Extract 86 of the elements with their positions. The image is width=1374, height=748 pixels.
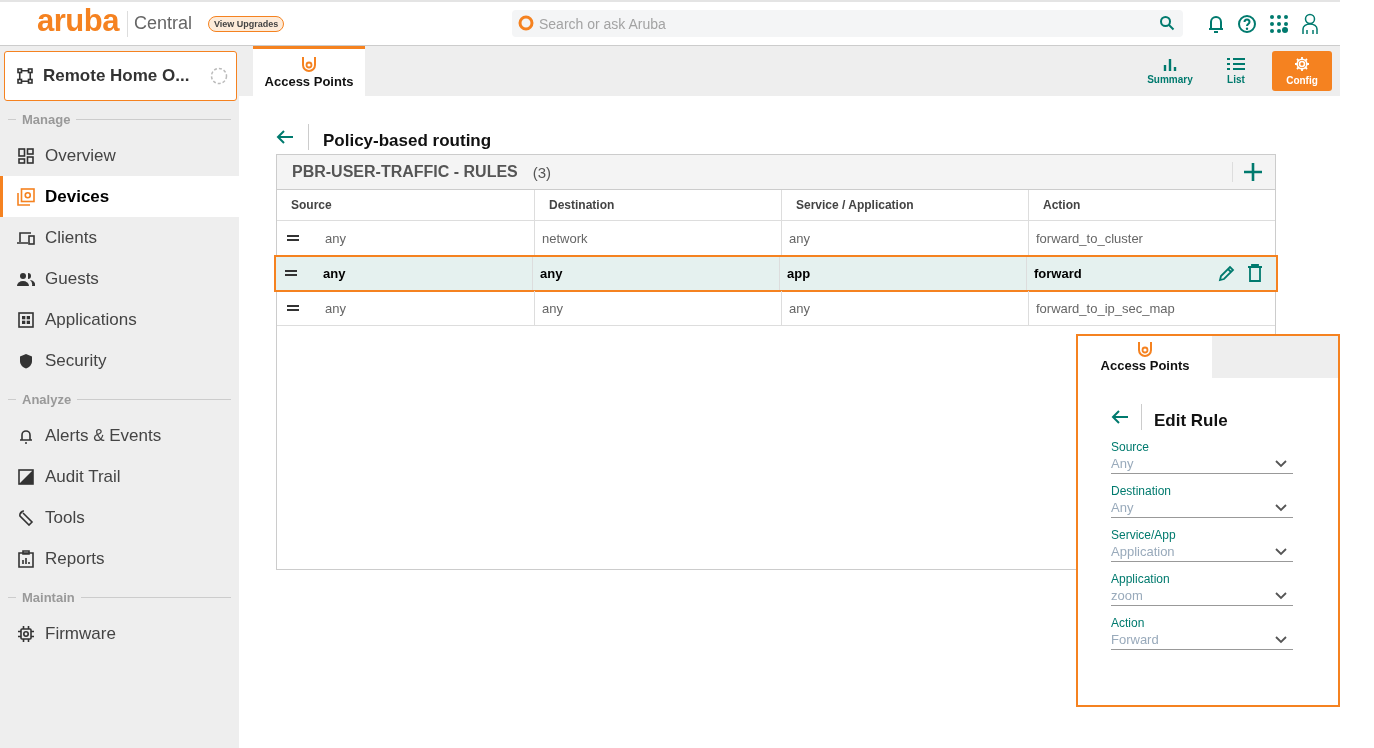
devices-icon [17, 187, 35, 206]
user-profile-icon[interactable] [1301, 12, 1319, 35]
app-tiles-icon [17, 311, 35, 328]
field-label: Service/App [1111, 528, 1177, 542]
field-label: Action [1111, 616, 1146, 630]
loading-spinner-icon [210, 67, 228, 85]
notifications-bell-icon[interactable] [1207, 13, 1225, 34]
table-cell: forward_to_ip_sec_map [1036, 300, 1175, 316]
sidebar-item[interactable]: Clients [0, 217, 239, 258]
panel-title: Edit Rule [1154, 411, 1228, 431]
sidebar-item[interactable]: Reports [0, 538, 239, 579]
table-cell: any [325, 230, 346, 246]
table-title: PBR-USER-TRAFFIC - RULES [292, 163, 518, 181]
dashboard-grid-icon [17, 147, 35, 164]
chip-icon [17, 625, 35, 642]
drag-handle-icon[interactable] [287, 234, 299, 242]
tab[interactable]: Access Points [1078, 336, 1212, 378]
access-point-icon [1137, 341, 1153, 357]
table-cell: any [789, 230, 810, 246]
field-label: Destination [1111, 484, 1173, 498]
view-button[interactable]: Summary [1140, 51, 1200, 91]
audit-trail-icon [17, 468, 35, 485]
access-point-icon [301, 56, 317, 72]
shield-icon [17, 352, 35, 369]
back-arrow-icon[interactable] [1111, 409, 1129, 425]
section-heading: Manage [22, 111, 71, 127]
back-arrow-icon[interactable] [276, 129, 294, 145]
table-cell: any [542, 300, 563, 316]
site-selector[interactable]: Remote Home O... [4, 51, 237, 101]
view-button[interactable]: List [1206, 51, 1266, 91]
wrench-icon [17, 509, 35, 526]
sidebar-item[interactable]: Tools [0, 497, 239, 538]
laptop-phone-icon [17, 230, 35, 245]
edit-pencil-icon[interactable] [1217, 263, 1237, 283]
column-header: Source [277, 190, 535, 220]
bell-icon [17, 427, 35, 444]
table-row[interactable]: any any app forward [275, 256, 1277, 291]
delete-trash-icon[interactable] [1247, 263, 1263, 283]
column-header: Destination [535, 190, 782, 220]
view-upgrades-button[interactable]: View Upgrades [207, 15, 285, 32]
table-cell: forward_to_cluster [1036, 230, 1143, 246]
field-label: Application [1111, 572, 1171, 586]
table-row[interactable]: any any any forward_to_ip_sec_map [277, 291, 1275, 326]
table-cell: network [542, 230, 588, 246]
section-heading: Maintain [22, 589, 75, 605]
sidebar-item[interactable]: Guests [0, 258, 239, 299]
apps-grid-icon[interactable] [1269, 13, 1289, 34]
search-field[interactable]: Search or ask Aruba [512, 10, 1183, 37]
chevron-down-icon [1275, 547, 1287, 556]
sidebar-item[interactable]: Security [0, 340, 239, 381]
section-heading: Analyze [22, 391, 72, 407]
table-cell: any [789, 300, 810, 316]
table-cell: any [323, 265, 346, 281]
drag-handle-icon[interactable] [287, 304, 299, 312]
product-name: Central [133, 13, 192, 34]
chevron-down-icon [1275, 591, 1287, 600]
settings-icon [1294, 56, 1310, 72]
chevron-down-icon [1275, 503, 1287, 512]
add-icon[interactable] [1243, 162, 1263, 182]
table-cell: app [787, 265, 811, 281]
people-icon [17, 271, 35, 286]
sidebar-item[interactable]: Firmware [0, 613, 239, 654]
sidebar-item[interactable]: Overview [0, 135, 239, 176]
sidebar-item[interactable]: Alerts & Events [0, 415, 239, 456]
chevron-down-icon [1275, 635, 1287, 644]
column-header: Action [1042, 197, 1082, 214]
help-icon[interactable] [1237, 13, 1257, 34]
group-nodes-icon [17, 68, 33, 84]
bar-chart-icon [1163, 57, 1177, 71]
column-header: Service / Application [782, 190, 1029, 220]
table-cell: any [325, 300, 346, 316]
table-cell: any [540, 265, 563, 281]
clipboard-chart-icon [17, 549, 35, 568]
search-icon[interactable] [1159, 15, 1175, 31]
sidebar-item[interactable]: Devices [0, 176, 239, 217]
page-title: Policy-based routing [323, 131, 492, 151]
table-cell: forward [1034, 265, 1082, 281]
field-label: Source [1111, 440, 1151, 454]
sidebar-item[interactable]: Audit Trail [0, 456, 239, 497]
tab[interactable]: Access Points [253, 46, 365, 96]
chevron-down-icon [1275, 459, 1287, 468]
aruba-logo: aruba [37, 5, 119, 36]
sidebar-item[interactable]: Applications [0, 299, 239, 340]
rule-count: (3) [532, 163, 552, 181]
list-icon [1227, 57, 1245, 71]
drag-handle-icon[interactable] [285, 269, 297, 277]
